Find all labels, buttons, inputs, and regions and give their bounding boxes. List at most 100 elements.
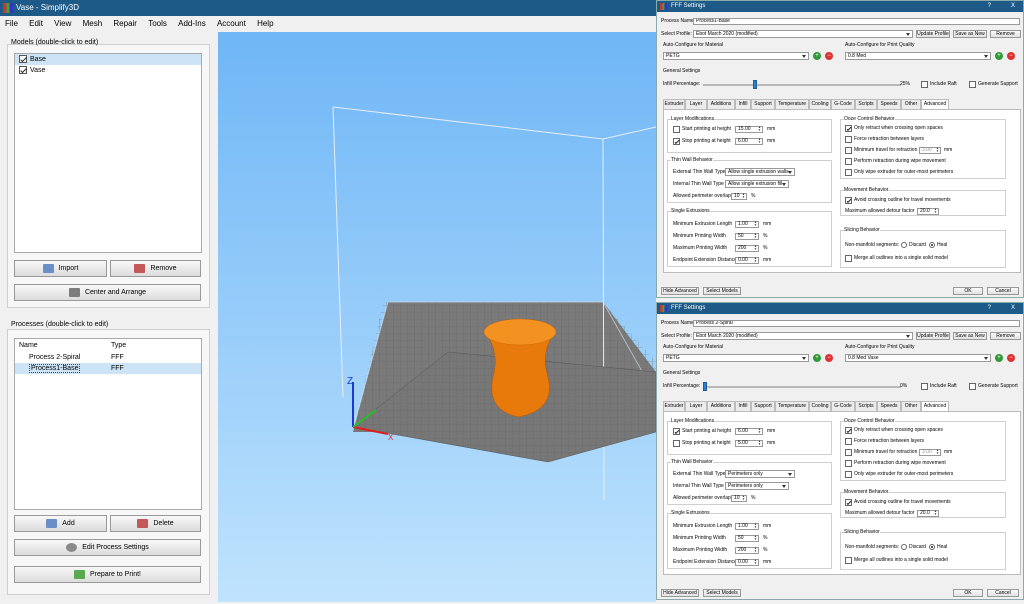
- tab-gcode[interactable]: G-Code: [831, 401, 855, 411]
- tab-other[interactable]: Other: [901, 99, 921, 109]
- model-item-vase[interactable]: Vase: [15, 65, 201, 76]
- infill-slider-track[interactable]: [703, 84, 901, 86]
- overlap-input[interactable]: 10: [731, 495, 747, 502]
- ooze-option-4-checkbox[interactable]: [845, 460, 852, 467]
- merge-checkbox[interactable]: [845, 255, 852, 262]
- avoid-crossing-checkbox[interactable]: [845, 499, 852, 506]
- start-height-input[interactable]: 6.00: [735, 428, 763, 435]
- add-quality-icon[interactable]: +: [995, 354, 1003, 362]
- remove-profile-button[interactable]: Remove: [990, 30, 1021, 38]
- tab-layer[interactable]: Layer: [685, 99, 707, 109]
- heal-radio[interactable]: [929, 544, 935, 550]
- tab-support[interactable]: Support: [751, 99, 775, 109]
- stop-height-checkbox[interactable]: [673, 440, 680, 447]
- menu-edit[interactable]: Edit: [29, 19, 43, 28]
- tab-infill[interactable]: Infill: [735, 99, 751, 109]
- ooze-option-4-checkbox[interactable]: [845, 158, 852, 165]
- table-row[interactable]: Process1-Base FFF: [15, 363, 201, 374]
- ext-thin-select[interactable]: Perimeters only: [725, 470, 795, 478]
- tab-support[interactable]: Support: [751, 401, 775, 411]
- cancel-button[interactable]: Cancel: [987, 287, 1019, 295]
- min-width-input[interactable]: 50: [735, 233, 759, 240]
- profile-select[interactable]: Ebot March 2020 (modified): [693, 332, 913, 340]
- ok-button[interactable]: OK: [953, 589, 983, 597]
- tab-scripts[interactable]: Scripts: [855, 99, 877, 109]
- add-material-icon[interactable]: +: [813, 354, 821, 362]
- discard-radio[interactable]: [901, 544, 907, 550]
- menu-help[interactable]: Help: [257, 19, 273, 28]
- start-height-checkbox[interactable]: [673, 126, 680, 133]
- 3d-viewport[interactable]: Z X: [218, 32, 657, 602]
- close-icon[interactable]: X: [1011, 303, 1015, 314]
- max-width-input[interactable]: 200: [735, 547, 759, 554]
- ooze-option-3-checkbox[interactable]: [845, 449, 852, 456]
- menu-account[interactable]: Account: [217, 19, 246, 28]
- center-arrange-button[interactable]: Center and Arrange: [14, 284, 201, 301]
- menu-repair[interactable]: Repair: [113, 19, 137, 28]
- remove-quality-icon[interactable]: −: [1007, 354, 1015, 362]
- menu-view[interactable]: View: [54, 19, 71, 28]
- add-quality-icon[interactable]: +: [995, 52, 1003, 60]
- infill-slider-knob[interactable]: [752, 80, 757, 89]
- support-checkbox[interactable]: [969, 81, 976, 88]
- help-icon[interactable]: ?: [988, 1, 991, 12]
- remove-quality-icon[interactable]: −: [1007, 52, 1015, 60]
- tab-gcode[interactable]: G-Code: [831, 99, 855, 109]
- menu-file[interactable]: File: [5, 19, 18, 28]
- menu-tools[interactable]: Tools: [148, 19, 167, 28]
- update-profile-button[interactable]: Update Profile: [916, 332, 950, 340]
- ooze-option-5-checkbox[interactable]: [845, 471, 852, 478]
- tab-temperature[interactable]: Temperature: [775, 99, 809, 109]
- material-select[interactable]: PETG: [663, 354, 809, 362]
- retraction-travel-input[interactable]: 3.00: [919, 147, 941, 154]
- tab-additions[interactable]: Additions: [707, 401, 735, 411]
- tab-other[interactable]: Other: [901, 401, 921, 411]
- table-row[interactable]: Process 2-Spiral FFF: [15, 352, 201, 363]
- menu-add-ins[interactable]: Add-Ins: [178, 19, 206, 28]
- prepare-print-button[interactable]: Prepare to Print!: [14, 566, 201, 583]
- edit-process-button[interactable]: Edit Process Settings: [14, 539, 201, 556]
- tab-cooling[interactable]: Cooling: [809, 99, 831, 109]
- endpoint-input[interactable]: 0.00: [735, 257, 759, 264]
- stop-height-checkbox[interactable]: [673, 138, 680, 145]
- update-profile-button[interactable]: Update Profile: [916, 30, 950, 38]
- min-width-input[interactable]: 50: [735, 535, 759, 542]
- material-select[interactable]: PETG: [663, 52, 809, 60]
- quality-select[interactable]: 0.8 Med Vase: [845, 354, 991, 362]
- add-material-icon[interactable]: +: [813, 52, 821, 60]
- process-name-input[interactable]: Process1-Base: [693, 18, 1020, 25]
- model-item-base[interactable]: Base: [15, 54, 201, 65]
- tab-temperature[interactable]: Temperature: [775, 401, 809, 411]
- tab-scripts[interactable]: Scripts: [855, 401, 877, 411]
- import-button[interactable]: Import: [14, 260, 107, 277]
- stop-height-input[interactable]: 5.00: [735, 440, 763, 447]
- int-thin-select[interactable]: Perimeters only: [725, 482, 789, 490]
- ooze-option-1-checkbox[interactable]: [845, 125, 852, 132]
- delete-button[interactable]: Delete: [110, 515, 201, 532]
- hide-advanced-button[interactable]: Hide Advanced: [661, 589, 699, 597]
- process-name-input[interactable]: Process 2-Spiral: [693, 320, 1020, 327]
- tab-infill[interactable]: Infill: [735, 401, 751, 411]
- remove-material-icon[interactable]: −: [825, 354, 833, 362]
- merge-checkbox[interactable]: [845, 557, 852, 564]
- discard-radio[interactable]: [901, 242, 907, 248]
- tab-additions[interactable]: Additions: [707, 99, 735, 109]
- ooze-option-2-checkbox[interactable]: [845, 136, 852, 143]
- close-icon[interactable]: X: [1011, 1, 1015, 12]
- infill-slider-track[interactable]: [703, 386, 901, 388]
- ooze-option-5-checkbox[interactable]: [845, 169, 852, 176]
- save-new-button[interactable]: Save as New: [953, 30, 987, 38]
- models-list[interactable]: Base Vase: [14, 53, 202, 253]
- checkbox-icon[interactable]: [19, 55, 27, 64]
- raft-checkbox[interactable]: [921, 383, 928, 390]
- tab-speeds[interactable]: Speeds: [877, 401, 901, 411]
- tab-extruder[interactable]: Extruder: [663, 401, 685, 411]
- ok-button[interactable]: OK: [953, 287, 983, 295]
- heal-radio[interactable]: [929, 242, 935, 248]
- ooze-option-1-checkbox[interactable]: [845, 427, 852, 434]
- hide-advanced-button[interactable]: Hide Advanced: [661, 287, 699, 295]
- support-checkbox[interactable]: [969, 383, 976, 390]
- profile-select[interactable]: Ebot March 2020 (modified): [693, 30, 913, 38]
- select-models-button[interactable]: Select Models: [703, 287, 741, 295]
- overlap-input[interactable]: 10: [731, 193, 747, 200]
